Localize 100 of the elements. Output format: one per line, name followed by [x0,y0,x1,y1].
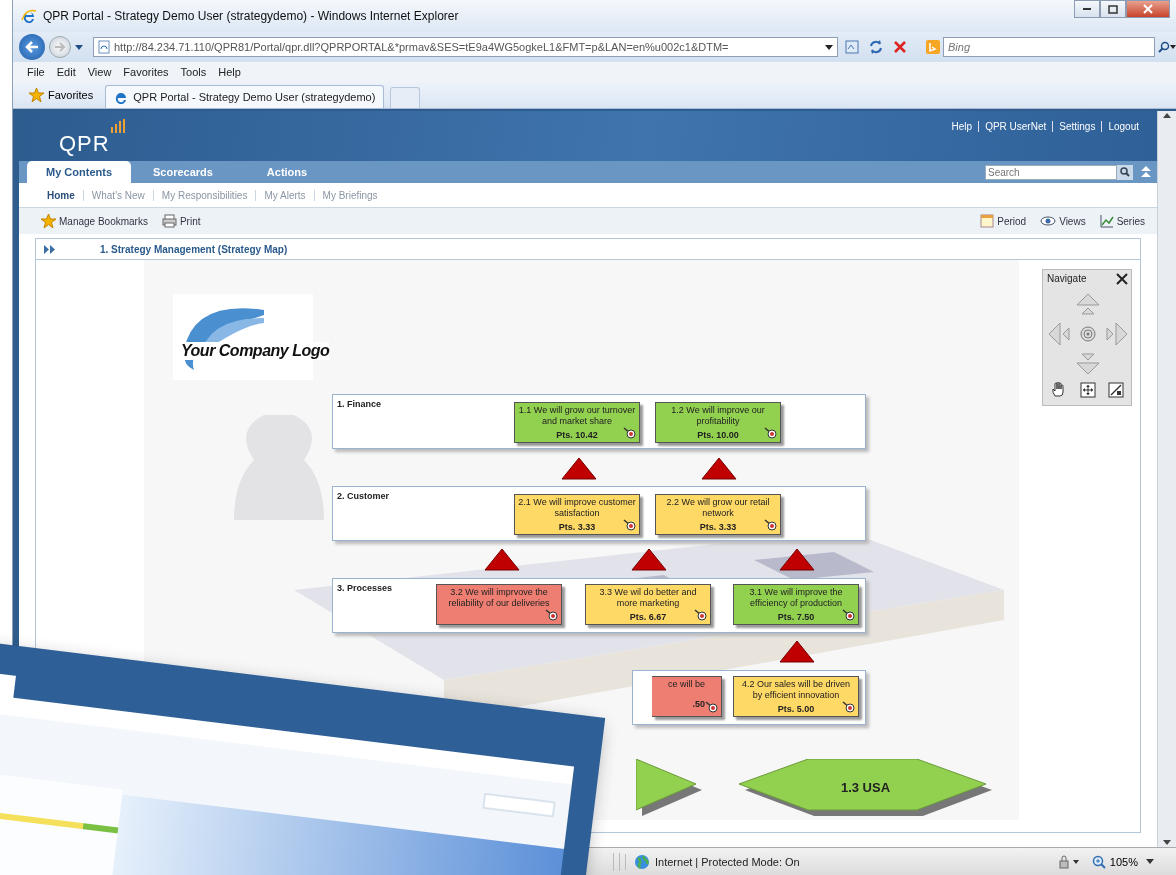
target-icon[interactable] [623,519,636,531]
security-zone-text: Internet | Protected Mode: On [655,855,800,868]
perspective-label: 3. Processes [337,583,393,593]
header-link[interactable]: Settings [1052,121,1102,132]
objective-title: 3.2 We will imprvove the reliability of our deliveries [447,587,551,609]
caret-icon[interactable] [825,44,833,50]
close-icon[interactable] [1116,273,1128,285]
perspective-label: 2. Customer [337,491,389,501]
print-button[interactable]: Print [161,214,201,228]
lock-icon[interactable] [1056,854,1081,869]
back-button[interactable] [19,34,45,60]
stop-icon [894,41,906,53]
browser-tab[interactable]: QPR Portal - Strategy Demo User (strategydemo) [105,85,385,108]
close-icon [1143,4,1153,14]
target-icon[interactable] [842,609,855,621]
objective-title: 3.3 We wil do better and more marketing [598,587,698,609]
arrow-up-icon [700,457,738,481]
header-link[interactable]: Logout [1101,121,1145,132]
objective-box[interactable]: 2.2 We will grow our retail network Pts. 3.33 [655,494,781,535]
objective-points: Pts. 5.00 [777,704,815,715]
favorites-button[interactable]: Favorites [23,84,100,106]
line-chart-icon [1099,214,1114,228]
target-icon[interactable] [705,701,718,713]
objective-box[interactable]: 1.1 We will grow our turnover and market share Pts. 10.42 [514,402,640,443]
target-icon[interactable] [694,609,707,621]
browser-search-field[interactable]: Bing [943,37,1155,57]
maximize-button[interactable] [1100,0,1126,18]
menu-item[interactable]: View [87,66,112,78]
objective-box[interactable]: 2.1 We will improve customer satisfaction Pts. 3.33 [514,494,640,535]
objective-box[interactable]: 1.2 We will improve our profitability Pts. 10.00 [655,402,781,443]
objective-box[interactable]: 3.3 We wil do better and more marketing Pts. 6.67 [585,584,711,625]
menu-item[interactable]: Favorites [123,66,169,78]
collapse-icon[interactable] [1141,166,1151,178]
minimize-button[interactable] [1074,0,1100,18]
search-provider-icon [926,40,940,54]
caret-icon[interactable] [75,44,83,50]
breadcrumb-title: 1. Strategy Management (Strategy Map) [100,243,288,255]
magnifier-icon [1091,854,1106,869]
scroll-up-icon[interactable] [1163,113,1171,118]
scroll-down-icon[interactable] [1163,840,1171,845]
fit-icon[interactable] [1080,382,1096,398]
menu-item[interactable]: File [27,66,45,78]
close-button[interactable] [1126,0,1170,18]
qpr-logo-text: QPR [59,131,110,157]
objective-title: 2.1 We will improve customer satisfaction [518,497,636,519]
header-link[interactable]: QPR UserNet [978,121,1053,132]
printer-icon [161,214,177,228]
star-icon [41,214,56,228]
series-button[interactable]: Series [1099,214,1145,228]
menu-item[interactable]: Help [218,66,241,78]
navigate-title: Navigate [1047,273,1087,284]
target-icon[interactable] [623,427,636,439]
objective-points: Pts. 3.33 [558,522,596,533]
target-icon[interactable] [842,701,855,713]
header-link[interactable]: Help [945,121,979,132]
menu-item[interactable]: Tools [180,66,207,78]
star-icon [29,88,44,102]
eye-icon [1040,216,1057,226]
expand-icon[interactable] [44,244,56,254]
bookmarks-button[interactable]: Manage Bookmarks [41,214,148,228]
portal-search-field[interactable]: Search [985,164,1117,180]
search-button[interactable] [1117,164,1133,180]
company-logo-text: Your Company Logo [181,342,330,360]
objective-box[interactable]: ce will be .50 [652,676,722,717]
objective-title: 1.2 We will improve our profitability [670,405,766,427]
subnav-link[interactable]: Home [39,189,84,201]
search-icon[interactable] [1158,41,1176,53]
objective-points: Pts. 10.00 [697,430,739,441]
objective-title: 1.1 We will grow our turnover and market share [518,405,636,427]
bar-chart-icon [109,119,126,133]
portal-tab[interactable]: My Contents [27,161,131,183]
zoom-area-icon[interactable] [1108,382,1124,398]
menu-item[interactable]: Edit [56,66,76,78]
arrow-up-icon [630,548,668,572]
arrow-up-icon [483,548,521,572]
address-field[interactable]: http://84.234.71.110/QPR81/Portal/qpr.dll?QPRPORTAL&*prmav&SES=tE9a4WG5ogkeL1&FMT=p&LAN=en%u002c1&DTM= [93,37,838,57]
views-button[interactable]: Views [1040,215,1086,227]
target-icon[interactable] [764,519,777,531]
window-title: QPR Portal - Strategy Demo User (strategydemo) - Windows Internet Explorer [43,9,460,23]
objective-points: Pts. 10.42 [556,430,598,441]
refresh-icon [868,39,884,55]
objective-box[interactable]: 3.1 We will improve the efficiency of production Pts. 7.50 [733,584,859,625]
hand-icon[interactable] [1051,382,1067,398]
arrow-up-icon [778,640,816,664]
objective-points: Pts. 7.50 [777,612,815,623]
page-icon [98,40,110,54]
back-arrow-icon [25,41,39,53]
maximize-icon [1108,4,1118,14]
search-icon [1120,167,1130,177]
target-icon[interactable] [764,427,777,439]
target-icon[interactable] [545,609,558,621]
browser-logo-icon [114,90,129,104]
objective-points: Pts. 6.67 [629,612,667,623]
zoom-button[interactable]: 105% [1085,853,1162,870]
arrow-up-icon [560,457,598,481]
objective-points: Pts. 3.33 [699,522,737,533]
period-button[interactable]: Period [980,214,1027,228]
objective-box[interactable]: 3.2 We will imprvove the reliability of our deliveries [436,584,562,625]
objective-box[interactable]: 4.2 Our sales will be driven by efficient innovation Pts. 5.00 [733,676,859,717]
perspective-label: 1. Finance [337,399,381,409]
